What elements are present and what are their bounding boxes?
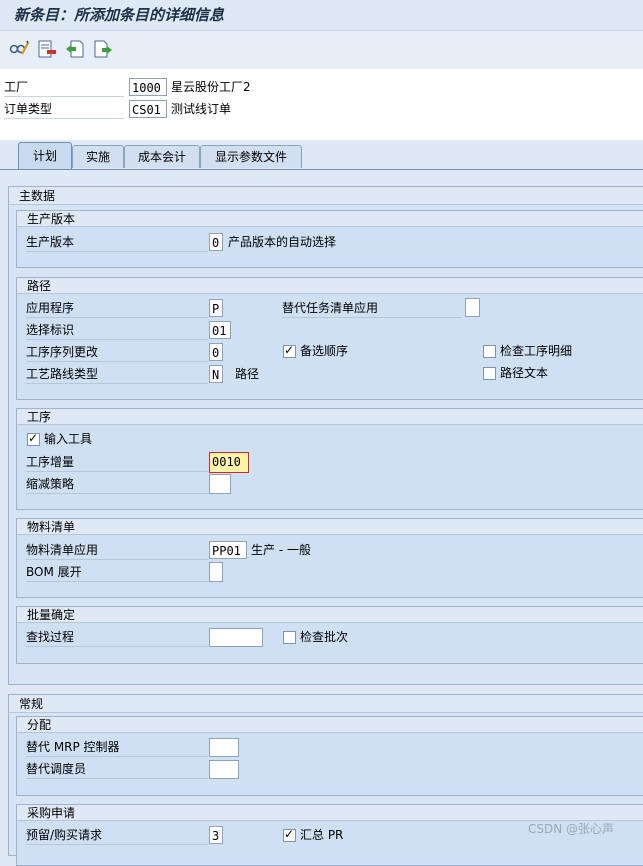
plant-label: 工厂 — [4, 79, 124, 97]
list-delete-icon[interactable] — [36, 38, 58, 60]
production-version-field[interactable]: 0 — [209, 233, 223, 251]
enter-tool-checkbox[interactable] — [27, 431, 40, 446]
routing-title: 路径 — [17, 278, 643, 294]
order-type-description: 测试线订单 — [171, 102, 232, 116]
tab-content-area: 主数据 生产版本 生产版本 0 产品版本的自动选择 路径 应用程序 P 替代任务… — [0, 169, 643, 866]
master-data-title: 主数据 — [9, 187, 643, 205]
alt-mrp-controller-label: 替代 MRP 控制器 — [26, 739, 208, 757]
watermark: CSDN @张心声 — [528, 822, 615, 836]
routing-type-field[interactable]: N — [209, 365, 223, 383]
alt-scheduler-label: 替代调度员 — [26, 761, 208, 779]
purchase-requisition-title: 采购申请 — [17, 805, 643, 821]
tab-costing[interactable]: 成本会计 — [124, 145, 200, 168]
header-fields-area: 工厂 1000 星云股份工厂2 订单类型 CS01 测试线订单 — [0, 69, 643, 140]
plant-description: 星云股份工厂2 — [171, 80, 251, 94]
routing-text-label: 路径文本 — [500, 366, 549, 380]
title-bar: 新条目：所添加条目的详细信息 — [0, 0, 643, 30]
bom-explosion-field[interactable] — [209, 562, 223, 582]
application-label: 应用程序 — [26, 300, 208, 318]
plant-field[interactable]: 1000 — [129, 78, 167, 96]
reduction-strategy-label: 缩减策略 — [26, 476, 208, 494]
bom-application-label: 物料清单应用 — [26, 542, 208, 560]
selection-id-field[interactable]: 01 — [209, 321, 231, 339]
assignment-title: 分配 — [17, 717, 643, 733]
alt-task-list-field[interactable] — [465, 298, 480, 317]
bom-application-description: 生产 - 一般 — [251, 543, 311, 557]
routing-type-label: 工艺路线类型 — [26, 366, 208, 384]
tab-display-profile[interactable]: 显示参数文件 — [200, 145, 302, 168]
glasses-edit-icon[interactable] — [8, 38, 30, 60]
order-type-field[interactable]: CS01 — [129, 100, 167, 118]
routing-type-description: 路径 — [235, 367, 260, 381]
alt-mrp-controller-field[interactable] — [209, 738, 239, 757]
reservation-label: 预留/购买请求 — [26, 827, 208, 845]
tab-strip: 计划 实施 成本会计 显示参数文件 — [0, 140, 643, 170]
order-type-label: 订单类型 — [4, 101, 124, 119]
general-title: 常规 — [9, 695, 643, 713]
production-version-description: 产品版本的自动选择 — [228, 235, 337, 249]
bom-explosion-label: BOM 展开 — [26, 564, 208, 582]
check-batch-checkbox[interactable] — [283, 631, 296, 644]
tab-execution[interactable]: 实施 — [72, 145, 124, 168]
search-procedure-field[interactable] — [209, 628, 263, 647]
sequence-change-field[interactable]: 0 — [209, 343, 223, 361]
sequence-change-label: 工序序列更改 — [26, 344, 208, 362]
bom-title: 物料清单 — [17, 519, 643, 535]
check-op-detail-label: 检查工序明细 — [500, 344, 573, 358]
copy-next-icon[interactable] — [92, 38, 114, 60]
application-toolbar — [0, 30, 643, 70]
bom-application-field[interactable]: PP01 — [209, 541, 247, 559]
tab-plan[interactable]: 计划 — [18, 142, 72, 169]
alt-sequence-label: 备选顺序 — [300, 344, 349, 358]
reservation-field[interactable]: 3 — [209, 826, 223, 844]
search-procedure-label: 查找过程 — [26, 629, 208, 647]
page-title: 新条目：所添加条目的详细信息 — [14, 6, 225, 24]
operation-increment-label: 工序增量 — [26, 454, 208, 472]
collective-pr-label: 汇总 PR — [300, 828, 344, 842]
check-batch-label: 检查批次 — [300, 630, 349, 644]
copy-previous-icon[interactable] — [64, 38, 86, 60]
alt-task-list-label: 替代任务清单应用 — [282, 300, 462, 318]
batch-determination-title: 批量确定 — [17, 607, 643, 623]
alt-scheduler-field[interactable] — [209, 760, 239, 779]
collective-pr-checkbox[interactable] — [283, 827, 296, 842]
application-field[interactable]: P — [209, 299, 223, 317]
check-op-detail-checkbox[interactable] — [483, 345, 496, 358]
production-version-label: 生产版本 — [26, 234, 208, 252]
enter-tool-label: 输入工具 — [44, 432, 93, 446]
production-version-title: 生产版本 — [17, 211, 643, 227]
reduction-strategy-field[interactable] — [209, 474, 231, 494]
alt-sequence-checkbox[interactable] — [283, 343, 296, 358]
operation-title: 工序 — [17, 409, 643, 425]
routing-text-checkbox[interactable] — [483, 367, 496, 380]
operation-increment-field[interactable]: 0010 — [209, 452, 249, 473]
selection-id-label: 选择标识 — [26, 322, 208, 340]
